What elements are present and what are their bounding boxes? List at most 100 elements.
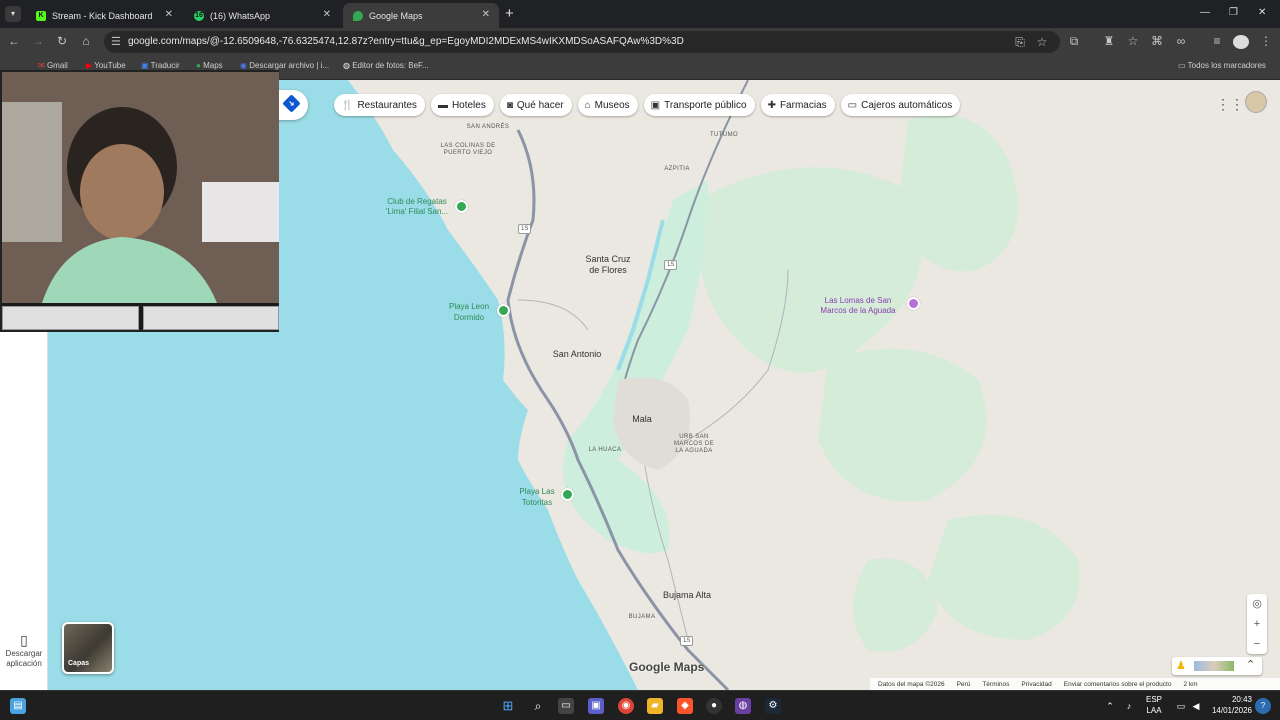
poi-label[interactable]: Marcos de la Aguada bbox=[820, 306, 895, 316]
poi-label[interactable]: Dormido bbox=[454, 313, 484, 323]
chip-hoteles[interactable]: ▬ Hoteles bbox=[430, 94, 494, 116]
poi-label[interactable]: Club de Regatas bbox=[387, 197, 447, 207]
town-label[interactable]: Mala bbox=[632, 414, 652, 424]
poi-label[interactable]: 'Lima' Filial San... bbox=[386, 207, 448, 217]
chip-farmacias[interactable]: ✚ Farmacias bbox=[760, 94, 835, 116]
reading-list-icon[interactable]: ≡ bbox=[1209, 34, 1225, 48]
bookmark-gmail[interactable]: ✉ Gmail bbox=[38, 61, 68, 70]
profile-avatar[interactable] bbox=[1233, 35, 1249, 49]
file-explorer-icon[interactable]: ▰ bbox=[647, 698, 663, 714]
teams-icon[interactable]: ▣ bbox=[588, 698, 604, 714]
reload-icon[interactable]: ↻ bbox=[54, 34, 70, 48]
system-clock[interactable]: 20:43 14/01/2026 bbox=[1206, 694, 1252, 716]
account-avatar[interactable] bbox=[1245, 91, 1267, 113]
town-label[interactable]: San Antonio bbox=[553, 349, 602, 359]
place-label[interactable]: TUTUMO bbox=[710, 132, 738, 138]
translate-icon[interactable]: ⌘ bbox=[1149, 34, 1165, 48]
chip-que-hacer[interactable]: ◙ Qué hacer bbox=[499, 94, 572, 116]
minimize-icon[interactable]: — bbox=[1200, 7, 1210, 18]
show-desktop-icon[interactable]: ▤ bbox=[10, 698, 26, 714]
close-tab-icon[interactable]: ✕ bbox=[165, 9, 173, 20]
search-icon[interactable]: ⌕ bbox=[530, 698, 546, 714]
install-app-icon[interactable]: ⎘ bbox=[1012, 35, 1028, 50]
bookmark-descargar[interactable]: ◉ Descargar archivo | i... bbox=[240, 61, 329, 70]
forward-icon[interactable]: → bbox=[30, 34, 46, 48]
back-icon[interactable]: ← bbox=[6, 34, 22, 48]
favorites-icon[interactable]: ☆ bbox=[1125, 34, 1141, 48]
new-tab-button[interactable]: + bbox=[505, 5, 514, 22]
scale-bar[interactable]: 2 km bbox=[1183, 681, 1197, 688]
poi-label[interactable]: Las Lomas de San bbox=[825, 296, 892, 306]
close-tab-icon[interactable]: ✕ bbox=[323, 9, 331, 20]
windows-start-icon[interactable]: ⊞ bbox=[500, 698, 516, 714]
bookmark-befunky[interactable]: ◍ Editor de fotos: BeF... bbox=[343, 61, 429, 70]
imagery-thumbs[interactable] bbox=[1194, 661, 1234, 671]
webcam-button-right[interactable] bbox=[142, 306, 279, 330]
download-app-button[interactable]: ▯ Descargar aplicación bbox=[0, 632, 48, 669]
bookmark-star-icon[interactable]: ☆ bbox=[1034, 35, 1050, 49]
chip-restaurantes[interactable]: 🍴 Restaurantes bbox=[334, 94, 425, 116]
bookmark-traducir[interactable]: ▣ Traducir bbox=[141, 61, 180, 70]
bookmark-maps[interactable]: ● Maps bbox=[196, 61, 223, 70]
town-label[interactable]: Bujama Alta bbox=[663, 590, 711, 600]
place-label[interactable]: MARCOS DE bbox=[674, 441, 714, 447]
poi-pin[interactable] bbox=[561, 488, 574, 501]
street-view-controls[interactable]: ♟ ⌃ bbox=[1172, 657, 1262, 675]
place-label[interactable]: AZPITIA bbox=[664, 166, 689, 172]
zoom-out-button[interactable]: − bbox=[1247, 634, 1267, 654]
poi-label[interactable]: Playa Leon bbox=[449, 302, 489, 312]
my-location-icon[interactable]: ◎ bbox=[1247, 594, 1267, 614]
help-icon[interactable]: ? bbox=[1255, 698, 1271, 714]
url-text[interactable]: google.com/maps/@-12.6509648,-76.6325474… bbox=[128, 36, 684, 47]
place-label[interactable]: PUERTO VIEJO bbox=[444, 150, 493, 156]
task-view-icon[interactable]: ▭ bbox=[558, 698, 574, 714]
terms-link[interactable]: Términos bbox=[982, 681, 1009, 688]
extension-icon[interactable]: ♜ bbox=[1101, 34, 1117, 48]
bookmark-youtube[interactable]: ▶ YouTube bbox=[86, 61, 126, 70]
chip-transporte[interactable]: ▣ Transporte público bbox=[643, 94, 755, 116]
directions-button[interactable]: ➜ bbox=[276, 90, 308, 120]
obs-icon[interactable]: ● bbox=[706, 698, 722, 714]
webcam-button-left[interactable] bbox=[2, 306, 139, 330]
place-label[interactable]: LAS COLINAS DE bbox=[441, 143, 496, 149]
app-icon[interactable]: ◍ bbox=[735, 698, 751, 714]
close-window-icon[interactable]: ✕ bbox=[1258, 7, 1266, 18]
town-label[interactable]: Santa Cruz bbox=[585, 254, 630, 264]
address-bar[interactable]: ☰ google.com/maps/@-12.6509648,-76.63254… bbox=[104, 31, 1060, 53]
chip-cajeros[interactable]: ▭ Cajeros automáticos bbox=[840, 94, 961, 116]
restore-icon[interactable]: ❐ bbox=[1229, 7, 1238, 18]
attribution-country[interactable]: Perú bbox=[957, 681, 971, 688]
town-label[interactable]: de Flores bbox=[589, 265, 627, 275]
extensions-icon[interactable]: ⧉ bbox=[1066, 34, 1082, 49]
network-icon[interactable]: ▭ bbox=[1173, 698, 1189, 714]
place-label[interactable]: BUJAMA bbox=[629, 614, 656, 620]
poi-pin[interactable] bbox=[455, 200, 468, 213]
all-bookmarks[interactable]: ▭ Todos los marcadores bbox=[1178, 61, 1266, 70]
zoom-in-button[interactable]: + bbox=[1247, 614, 1267, 634]
pegman-icon[interactable]: ♟ bbox=[1176, 659, 1186, 672]
poi-label[interactable]: Playa Las bbox=[519, 487, 554, 497]
chrome-icon[interactable]: ◉ bbox=[618, 698, 634, 714]
home-icon[interactable]: ⌂ bbox=[78, 34, 94, 48]
expand-icon[interactable]: ⌃ bbox=[1246, 658, 1255, 671]
site-info-icon[interactable]: ☰ bbox=[111, 35, 121, 48]
place-label[interactable]: URB SAN bbox=[679, 434, 708, 440]
place-label[interactable]: LA AGUADA bbox=[675, 448, 712, 454]
microphone-icon[interactable]: ♪ bbox=[1121, 698, 1137, 714]
steam-icon[interactable]: ⚙ bbox=[765, 698, 781, 714]
volume-icon[interactable]: ◀ bbox=[1188, 698, 1204, 714]
tab-kick[interactable]: K Stream - Kick Dashboard ✕ bbox=[26, 3, 182, 28]
feedback-link[interactable]: Enviar comentarios sobre el producto bbox=[1064, 681, 1172, 688]
tab-whatsapp[interactable]: 16 (16) WhatsApp ✕ bbox=[184, 3, 340, 28]
tab-search-button[interactable]: ▾ bbox=[5, 6, 21, 22]
poi-pin[interactable] bbox=[497, 304, 510, 317]
menu-icon[interactable]: ⋮ bbox=[1258, 34, 1274, 48]
close-tab-icon[interactable]: ✕ bbox=[482, 9, 490, 20]
tab-google-maps[interactable]: Google Maps ✕ bbox=[343, 3, 499, 28]
link-icon[interactable]: ∞ bbox=[1173, 34, 1189, 48]
poi-pin[interactable] bbox=[907, 297, 920, 310]
input-language[interactable]: ESP LAA bbox=[1146, 694, 1162, 716]
poi-label[interactable]: Totoritas bbox=[522, 498, 552, 508]
tray-expand-icon[interactable]: ⌃ bbox=[1102, 698, 1118, 714]
layers-button[interactable]: Capas bbox=[62, 622, 114, 674]
